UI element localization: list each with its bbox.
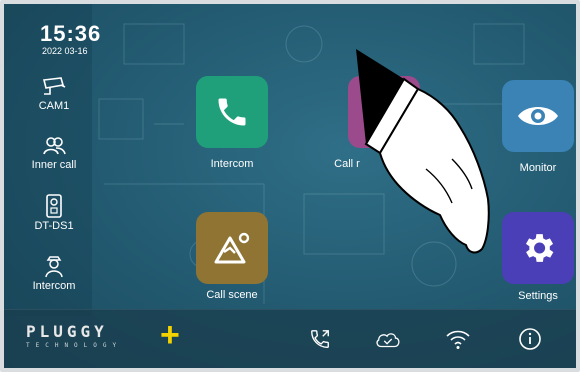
clock-date: 2022 03-16 <box>42 46 88 56</box>
pluggy-logo: PLUGGY TECHNOLOGY + <box>26 318 180 352</box>
info-button[interactable] <box>516 326 544 352</box>
guard-person-icon <box>45 256 63 278</box>
sidebar-item-cam1[interactable]: CAM1 <box>16 76 92 112</box>
sidebar-item-label: CAM1 <box>38 100 70 112</box>
cctv-camera-icon <box>43 77 66 95</box>
wifi-icon <box>446 330 470 349</box>
call-scene-app-button[interactable] <box>196 212 268 284</box>
pointing-hand-icon <box>356 49 490 254</box>
intercom-app-label: Intercom <box>210 158 254 170</box>
wifi-button[interactable] <box>444 326 472 352</box>
intercom-home-screen: 15:36 2022 03-16 CAM1 Inner call DT-DS1 <box>0 0 580 372</box>
logo-brand: PLUGGY <box>26 322 108 341</box>
sidebar-item-label: Intercom <box>32 280 76 292</box>
call-forward-icon <box>311 330 329 348</box>
sidebar-item-intercom[interactable]: Intercom <box>16 254 92 292</box>
clock: 15:36 2022 03-16 <box>40 21 102 57</box>
sidebar-item-inner-call[interactable]: Inner call <box>16 135 92 171</box>
settings-app-button[interactable] <box>502 212 574 284</box>
door-station-icon <box>46 194 62 218</box>
call-forward-button[interactable] <box>306 326 334 352</box>
monitor-app-label: Monitor <box>519 162 557 174</box>
logo-subtitle: TECHNOLOGY <box>26 342 123 349</box>
info-icon <box>519 328 541 350</box>
phone-icon <box>218 98 246 126</box>
settings-app-label: Settings <box>518 290 558 302</box>
cloud-button[interactable] <box>374 326 402 352</box>
logo-plus: + <box>160 316 180 354</box>
clock-time: 15:36 <box>40 21 102 46</box>
eye-icon <box>518 107 558 125</box>
bottom-bar: PLUGGY TECHNOLOGY + <box>4 309 576 368</box>
monitor-app-button[interactable] <box>502 80 574 152</box>
sidebar-item-dt-ds1[interactable]: DT-DS1 <box>16 194 92 232</box>
cloud-icon <box>376 333 400 348</box>
call-scene-app-label: Call scene <box>206 289 258 301</box>
sidebar-item-label: DT-DS1 <box>34 220 74 232</box>
sidebar-item-label: Inner call <box>31 159 77 171</box>
mountain-icon <box>214 232 250 264</box>
users-icon <box>43 137 66 155</box>
intercom-app-button[interactable] <box>196 76 268 148</box>
gear-icon <box>525 234 554 262</box>
